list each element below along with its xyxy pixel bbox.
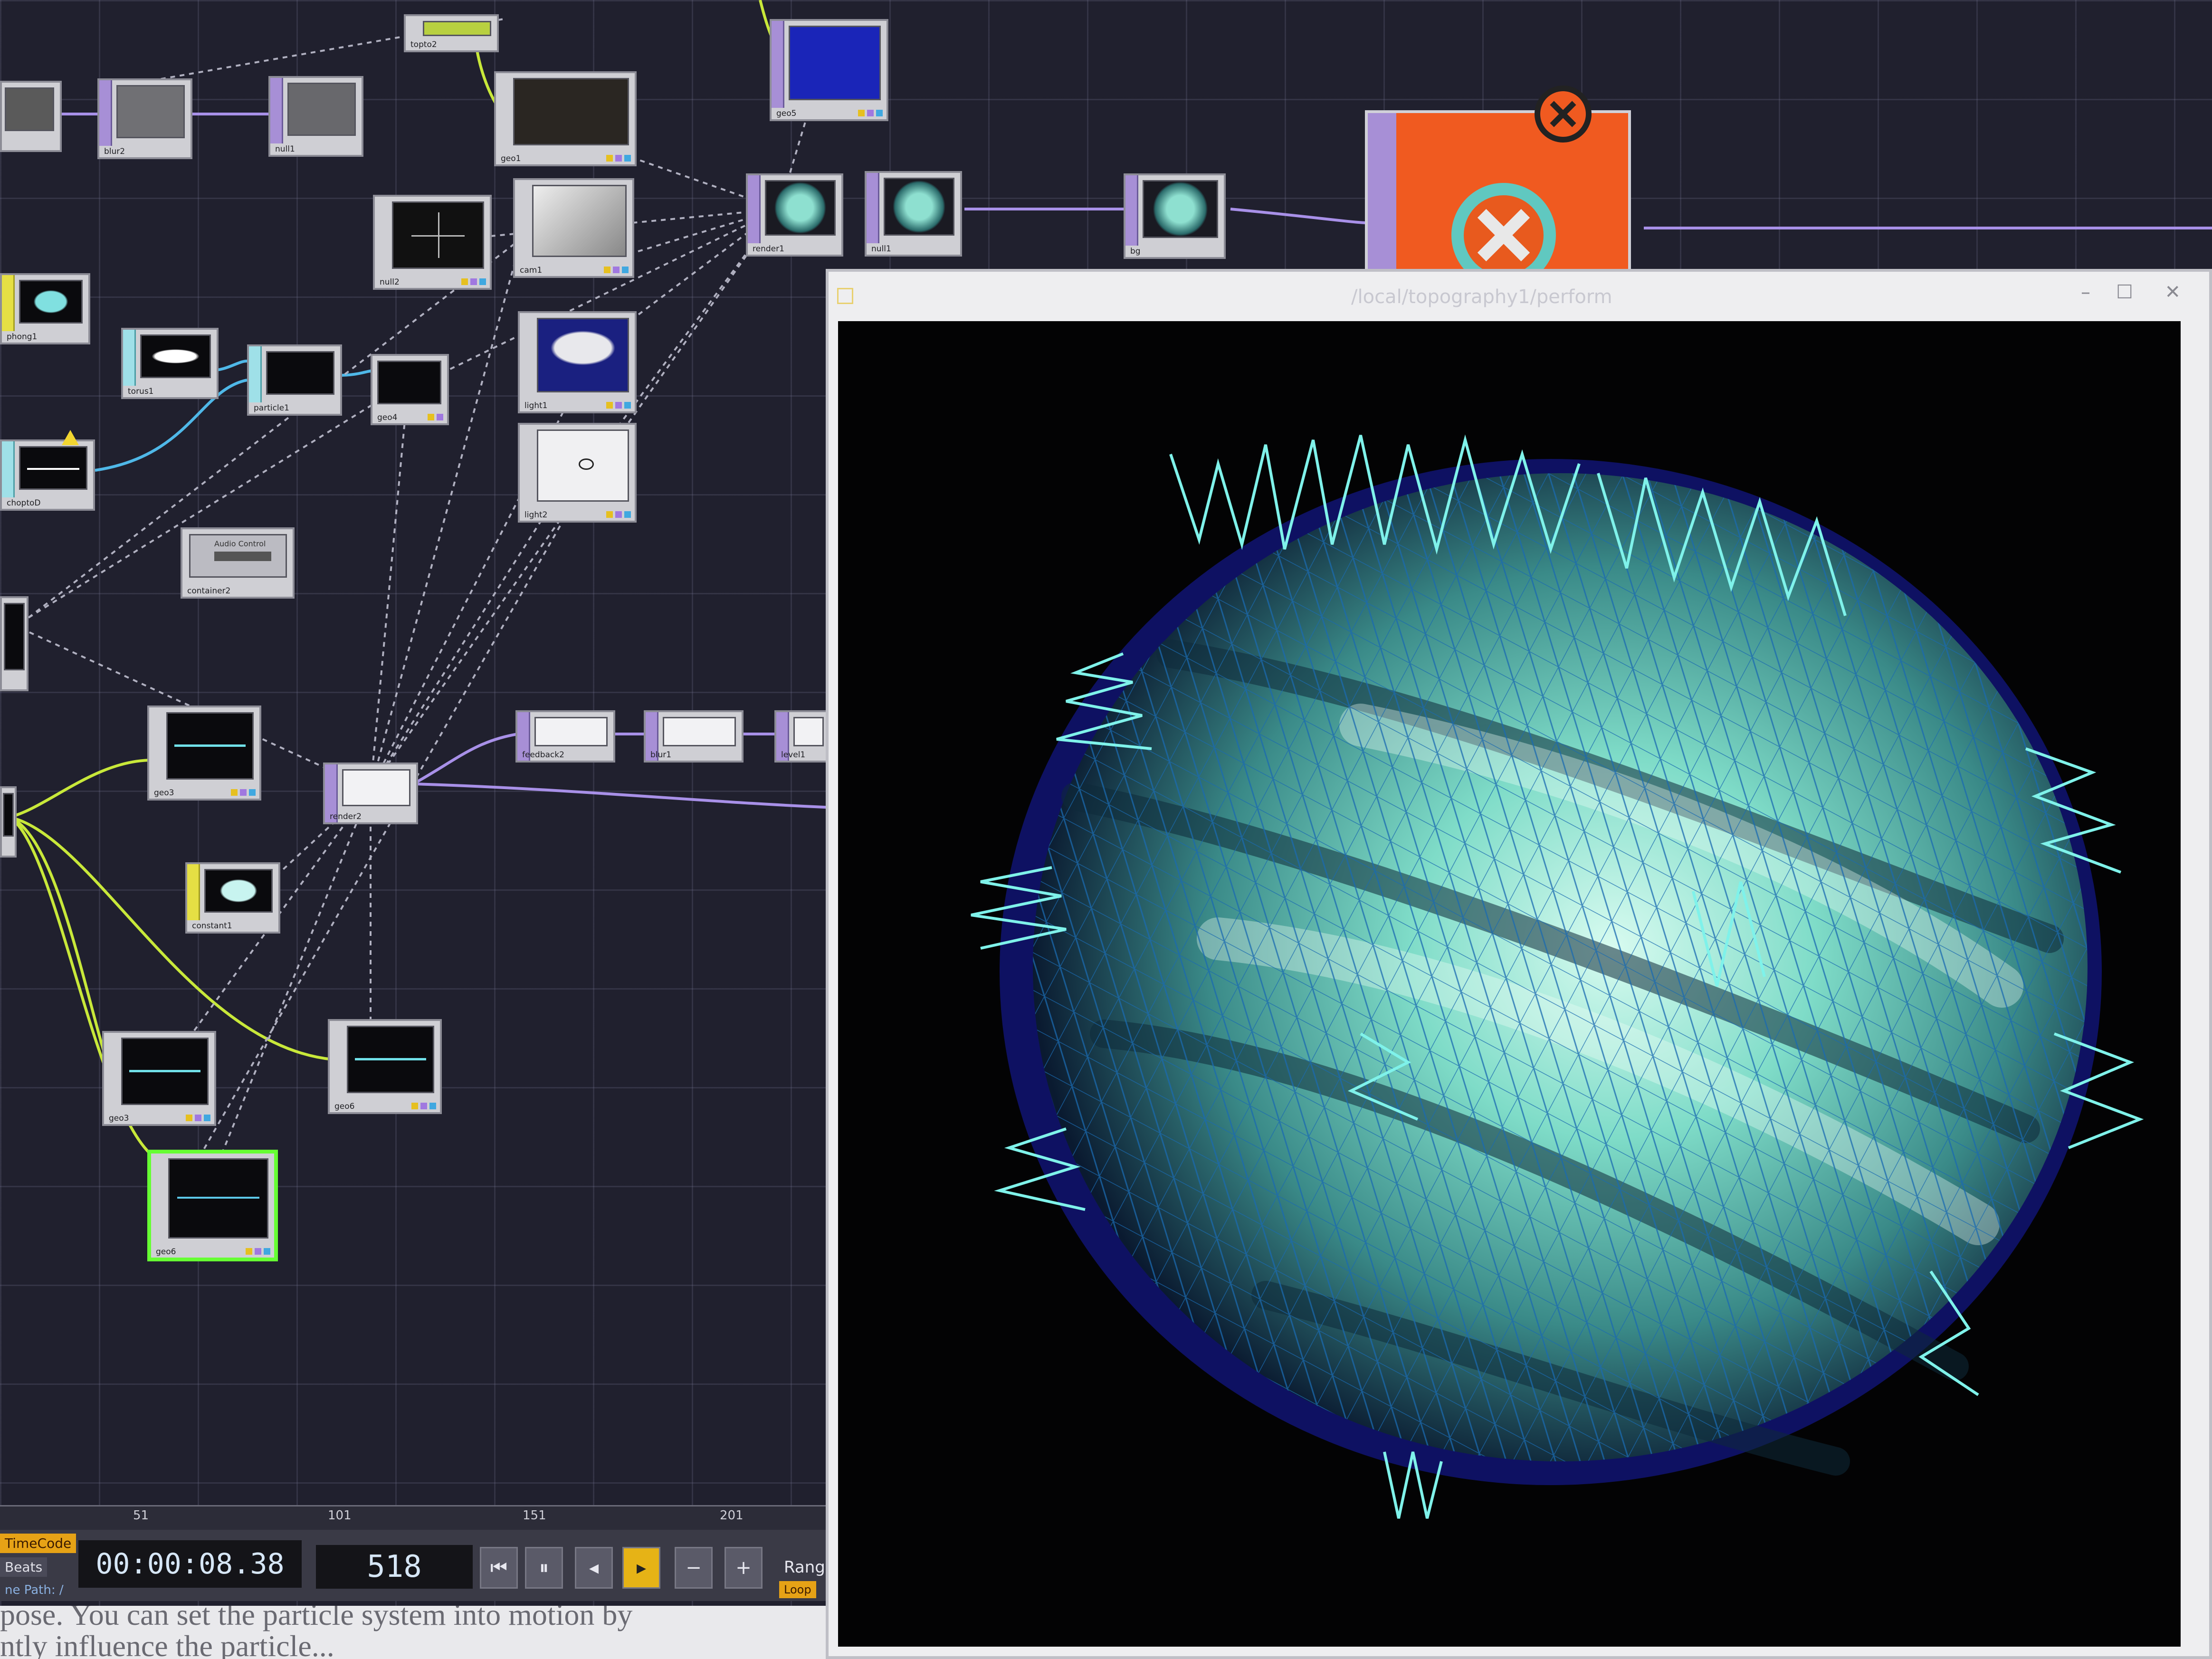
- node-constant1[interactable]: constant1: [185, 862, 280, 934]
- node-label: render1: [753, 244, 784, 254]
- node-geo6-selected[interactable]: geo6: [147, 1150, 278, 1261]
- node-label: level1: [781, 750, 806, 760]
- perform-window[interactable]: /local/topography1/perform – ☐ ✕: [826, 269, 2212, 1659]
- close-window-icon[interactable]: ✕: [2164, 281, 2181, 303]
- maximize-icon[interactable]: ☐: [2116, 281, 2133, 303]
- node-label: constant1: [192, 921, 232, 931]
- transport-bar: TimeCode Beats ne Path: / 00:00:08.38 51…: [0, 1530, 836, 1601]
- node-blur1[interactable]: blur1: [644, 710, 744, 763]
- node-label: blur1: [650, 750, 672, 760]
- node-geo5[interactable]: geo5: [770, 19, 888, 121]
- warning-icon: [62, 430, 79, 445]
- ruler-tick: 201: [720, 1508, 744, 1523]
- node-label: geo4: [377, 413, 398, 422]
- window-title: /local/topography1/perform: [1351, 286, 1612, 308]
- node-label: container2: [187, 586, 231, 596]
- node-blur2[interactable]: blur2: [97, 78, 192, 159]
- document-line: ntly influence the particle...: [0, 1629, 334, 1659]
- node-label: torus1: [128, 387, 154, 396]
- particle-sphere-render: [971, 434, 2144, 1519]
- node-label: choptoD: [7, 498, 41, 508]
- node-feedback2[interactable]: feedback2: [515, 710, 615, 763]
- timeline-ruler[interactable]: 51 101 151 201: [0, 1505, 836, 1531]
- close-error-icon[interactable]: [1535, 86, 1592, 143]
- node-level1[interactable]: level1: [774, 710, 831, 763]
- timecode-tag[interactable]: TimeCode: [0, 1534, 76, 1553]
- ruler-tick: 151: [523, 1508, 546, 1523]
- minimize-icon[interactable]: –: [2081, 281, 2090, 303]
- frame-field[interactable]: 518: [316, 1545, 473, 1589]
- node-choptoD[interactable]: choptoD: [0, 439, 95, 511]
- node-label: geo3: [109, 1114, 129, 1123]
- node-left-edge[interactable]: [0, 596, 29, 691]
- node-phong1[interactable]: phong1: [0, 273, 90, 344]
- node-label: render2: [330, 812, 362, 821]
- node-label: cam1: [520, 266, 543, 275]
- node-label: null2: [380, 277, 400, 287]
- play-button[interactable]: ▸: [622, 1547, 660, 1589]
- node-label: geo6: [156, 1247, 176, 1257]
- node-label: null1: [871, 244, 891, 254]
- node-label: geo3: [154, 788, 174, 798]
- window-app-icon: [837, 288, 853, 304]
- beats-tag[interactable]: Beats: [0, 1557, 48, 1577]
- node-geo6[interactable]: geo6: [328, 1019, 442, 1114]
- node-render1[interactable]: render1: [746, 173, 843, 257]
- node-label: topto2: [410, 40, 437, 49]
- node-bg[interactable]: bg: [1124, 173, 1226, 259]
- node-torus1[interactable]: torus1: [121, 328, 219, 399]
- audio-panel-text: Audio Control: [214, 539, 266, 548]
- step-back-button[interactable]: ◂: [575, 1547, 613, 1589]
- node-topto2[interactable]: topto2: [404, 14, 499, 52]
- background-document: pose. You can set the particle system in…: [0, 1606, 836, 1659]
- node-label: blur2: [104, 147, 125, 156]
- node-container2[interactable]: Audio Control container2: [181, 527, 295, 599]
- pause-button[interactable]: ⏸: [525, 1547, 563, 1589]
- node-particle1[interactable]: particle1: [247, 344, 342, 416]
- node-light1[interactable]: light1: [518, 311, 637, 413]
- node-geo3[interactable]: geo3: [147, 706, 261, 801]
- node-label: phong1: [7, 332, 38, 342]
- node-label: geo5: [776, 109, 797, 118]
- perform-window-titlebar[interactable]: /local/topography1/perform – ☐ ✕: [829, 272, 2209, 321]
- node-label: light2: [524, 510, 548, 520]
- node-null2[interactable]: null2: [373, 195, 492, 290]
- node-label: geo6: [334, 1102, 355, 1111]
- node-null1[interactable]: null1: [268, 76, 363, 157]
- loop-label[interactable]: Loop: [779, 1581, 816, 1598]
- node-geo3b[interactable]: geo3: [102, 1031, 216, 1126]
- decrement-button[interactable]: −: [675, 1547, 713, 1589]
- node-cam1[interactable]: cam1: [513, 178, 634, 278]
- node-render2[interactable]: render2: [323, 763, 418, 824]
- node-label: bg: [1130, 247, 1141, 256]
- rewind-button[interactable]: ⏮: [480, 1547, 518, 1589]
- render-viewport[interactable]: [838, 321, 2181, 1647]
- node-label: null1: [275, 144, 295, 154]
- node-light2[interactable]: light2: [518, 423, 637, 523]
- node-label: geo1: [501, 154, 521, 163]
- node-null1b[interactable]: null1: [865, 171, 962, 257]
- node-blur0[interactable]: [0, 81, 62, 152]
- increment-button[interactable]: +: [725, 1547, 763, 1589]
- node-left-edge-2[interactable]: [0, 786, 17, 858]
- node-label: particle1: [254, 403, 289, 413]
- timecode-field[interactable]: 00:00:08.38: [78, 1540, 302, 1588]
- node-geo4[interactable]: geo4: [371, 354, 449, 425]
- node-label: light1: [524, 401, 548, 410]
- path-label: ne Path: /: [5, 1583, 64, 1597]
- node-geo1[interactable]: geo1: [494, 71, 637, 166]
- ruler-tick: 101: [328, 1508, 352, 1523]
- node-label: feedback2: [522, 750, 564, 760]
- ruler-tick: 51: [133, 1508, 149, 1523]
